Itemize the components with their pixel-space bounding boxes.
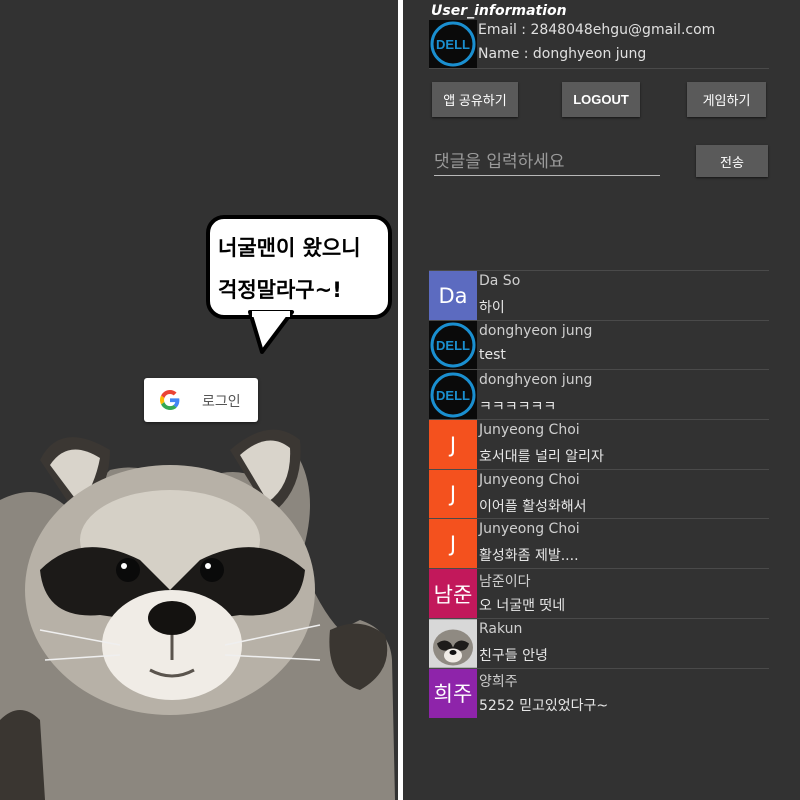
speech-bubble-line-1: 너굴맨이 왔으니 xyxy=(218,236,361,260)
comment-item[interactable]: 남준 남준이다오 너굴맨 떳네 xyxy=(429,568,769,619)
login-screen: 너굴맨이 왔으니 걱정말라구~! 로그인 xyxy=(0,0,398,800)
user-email: Email : 2848048ehgu@gmail.com xyxy=(478,22,716,38)
comment-item[interactable]: Da Da So 하이 xyxy=(429,270,769,320)
svg-text:DELL: DELL xyxy=(436,388,470,403)
dell-logo-icon: DELL xyxy=(429,370,477,420)
comment-message: 활성화좀 제발.... xyxy=(479,548,579,565)
speech-bubble-tail xyxy=(248,310,294,354)
speech-bubble: 너굴맨이 왔으니 걱정말라구~! xyxy=(206,215,392,319)
dell-logo-icon: DELL xyxy=(429,320,477,370)
main-screen: User_information DELL Email : 2848048ehg… xyxy=(403,0,800,800)
google-login-button[interactable]: 로그인 xyxy=(144,378,258,422)
comment-message: 이어플 활성화해서 xyxy=(479,498,587,515)
comment-message: 친구들 안녕 xyxy=(479,647,548,664)
comment-author: donghyeon jung xyxy=(479,372,593,389)
comment-item[interactable]: Rakun 친구들 안녕 xyxy=(429,617,769,668)
comment-message: ㅋㅋㅋㅋㅋㅋ xyxy=(479,399,557,416)
speech-bubble-text: 너굴맨이 왔으니 걱정말라구~! xyxy=(218,227,361,311)
comment-message: 5252 믿고있었다구~ xyxy=(479,697,609,714)
comment-avatar: J xyxy=(429,420,477,470)
header-divider xyxy=(429,68,769,69)
comment-author: donghyeon jung xyxy=(479,322,593,339)
comment-item[interactable]: 희주 양희주 5252 믿고있었다구~ xyxy=(429,667,769,718)
google-g-icon xyxy=(160,390,180,410)
comment-avatar: 남준 xyxy=(429,569,477,619)
comment-avatar: J xyxy=(429,519,477,569)
comment-avatar: Da xyxy=(429,271,477,320)
speech-bubble-line-2: 걱정말라구~! xyxy=(218,278,342,302)
raccoon-illustration xyxy=(0,429,395,800)
logout-button[interactable]: LOGOUT xyxy=(562,82,640,117)
raccoon-avatar-icon xyxy=(429,618,477,668)
share-app-button[interactable]: 앱 공유하기 xyxy=(432,82,518,117)
comment-message: test xyxy=(479,346,506,363)
comment-author: 양희주 xyxy=(479,673,518,690)
comment-author: Da So xyxy=(479,273,521,289)
comment-avatar: 희주 xyxy=(429,668,477,718)
comment-author: Junyeong Choi xyxy=(479,521,580,538)
comment-input[interactable] xyxy=(434,148,660,176)
comment-item[interactable]: DELL donghyeon jung test xyxy=(429,319,769,370)
comment-author: Junyeong Choi xyxy=(479,422,580,439)
comment-message: 하이 xyxy=(479,300,505,316)
google-login-label: 로그인 xyxy=(202,394,241,410)
play-game-button[interactable]: 게임하기 xyxy=(687,82,766,117)
dell-logo-icon: DELL xyxy=(429,20,477,68)
comment-list[interactable]: Da Da So 하이 DELL donghyeon jung test DELL dongh… xyxy=(429,270,769,730)
comment-item[interactable]: J Junyeong Choi 이어플 활성화해서 xyxy=(429,468,769,519)
user-name: Name : donghyeon jung xyxy=(478,46,647,62)
svg-text:DELL: DELL xyxy=(436,338,470,353)
comment-message: 오 너굴맨 떳네 xyxy=(479,598,566,615)
user-info-title: User_information xyxy=(431,3,567,19)
comment-avatar: J xyxy=(429,469,477,519)
comment-item[interactable]: J Junyeong Choi 활성화좀 제발.... xyxy=(429,518,769,569)
comment-author: Junyeong Choi xyxy=(479,471,580,488)
comment-author: 남준이다 xyxy=(479,574,531,591)
comment-item[interactable]: DELL donghyeon jung ㅋㅋㅋㅋㅋㅋ xyxy=(429,369,769,420)
send-button[interactable]: 전송 xyxy=(696,145,768,177)
comment-author: Rakun xyxy=(479,620,523,637)
comment-message: 호서대를 널리 알리자 xyxy=(479,449,604,466)
svg-text:DELL: DELL xyxy=(436,37,470,52)
comment-item[interactable]: J Junyeong Choi 호서대를 널리 알리자 xyxy=(429,419,769,470)
